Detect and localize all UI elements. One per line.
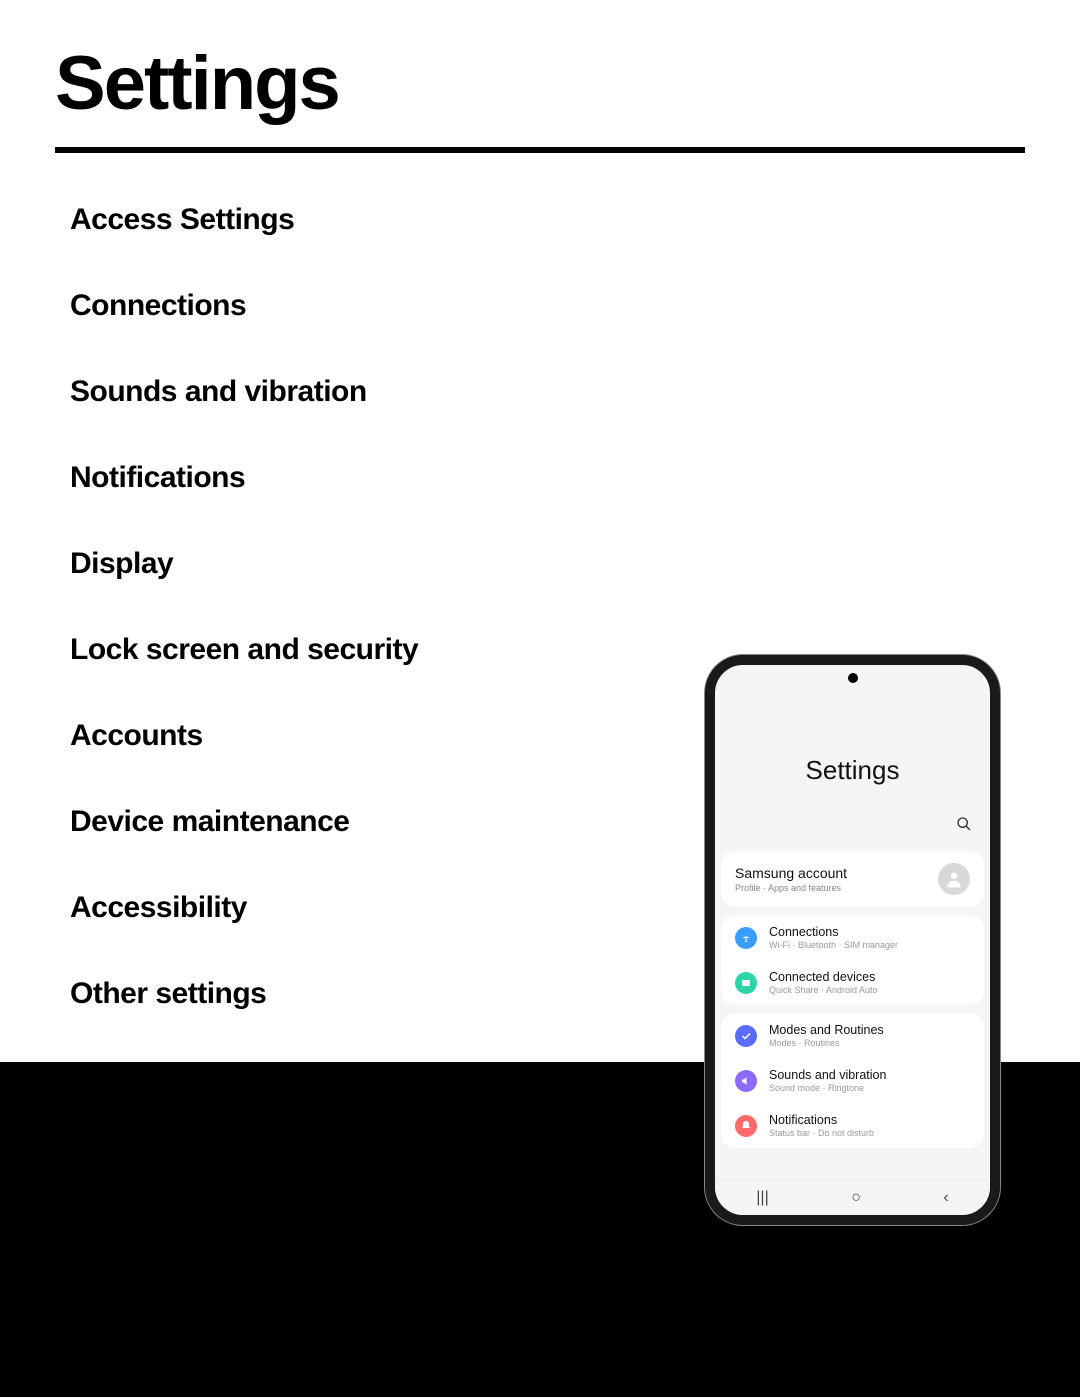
toc-item-notifications[interactable]: Notifications xyxy=(70,461,1080,495)
sound-icon xyxy=(735,1070,757,1092)
devices-icon xyxy=(735,972,757,994)
page-title: Settings xyxy=(0,0,1080,147)
toc-item-access-settings[interactable]: Access Settings xyxy=(70,203,1080,237)
row-notifications[interactable]: Notifications Status bar · Do not distur… xyxy=(721,1103,984,1148)
row-title: Modes and Routines xyxy=(769,1023,884,1037)
toc-item-sounds-vibration[interactable]: Sounds and vibration xyxy=(70,375,1080,409)
row-sounds-vibration[interactable]: Sounds and vibration Sound mode · Ringto… xyxy=(721,1058,984,1103)
row-connections[interactable]: Connections Wi-Fi · Bluetooth · SIM mana… xyxy=(721,915,984,960)
row-title: Connected devices xyxy=(769,970,878,984)
avatar-icon xyxy=(938,863,970,895)
search-icon[interactable] xyxy=(956,816,972,837)
row-subtitle: Status bar · Do not disturb xyxy=(769,1128,874,1138)
row-connected-devices[interactable]: Connected devices Quick Share · Android … xyxy=(721,960,984,1005)
account-title: Samsung account xyxy=(735,865,847,881)
row-title: Sounds and vibration xyxy=(769,1068,886,1082)
nav-home[interactable]: ○ xyxy=(851,1189,861,1207)
phone-mockup: Settings Samsung account Profile · Apps … xyxy=(705,655,1000,1225)
check-icon xyxy=(735,1025,757,1047)
row-subtitle: Sound mode · Ringtone xyxy=(769,1083,886,1093)
row-modes-routines[interactable]: Modes and Routines Modes · Routines xyxy=(721,1013,984,1058)
search-row xyxy=(715,816,990,845)
phone-camera-notch xyxy=(848,673,858,683)
row-subtitle: Wi-Fi · Bluetooth · SIM manager xyxy=(769,940,898,950)
toc-item-display[interactable]: Display xyxy=(70,547,1080,581)
nav-recent[interactable]: ||| xyxy=(756,1189,768,1207)
bell-icon xyxy=(735,1115,757,1137)
nav-bar: ||| ○ ‹ xyxy=(715,1179,990,1215)
settings-group: Connections Wi-Fi · Bluetooth · SIM mana… xyxy=(721,915,984,1005)
settings-group: Modes and Routines Modes · Routines Soun… xyxy=(721,1013,984,1148)
account-card[interactable]: Samsung account Profile · Apps and featu… xyxy=(721,851,984,907)
row-subtitle: Quick Share · Android Auto xyxy=(769,985,878,995)
row-subtitle: Modes · Routines xyxy=(769,1038,884,1048)
row-title: Notifications xyxy=(769,1113,874,1127)
account-subtitle: Profile · Apps and features xyxy=(735,883,847,893)
row-title: Connections xyxy=(769,925,898,939)
toc-item-connections[interactable]: Connections xyxy=(70,289,1080,323)
screen-title: Settings xyxy=(715,665,990,816)
nav-back[interactable]: ‹ xyxy=(943,1189,948,1207)
wifi-icon xyxy=(735,927,757,949)
phone-screen: Settings Samsung account Profile · Apps … xyxy=(715,665,990,1215)
